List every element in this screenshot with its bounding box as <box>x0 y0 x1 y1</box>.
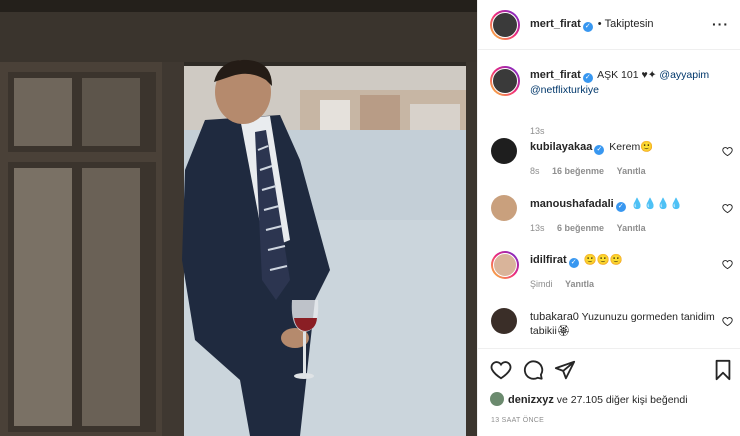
verified-badge-icon: ✓ <box>594 145 605 155</box>
post-time-ago[interactable]: 13 SAAT ÖNCE <box>491 417 544 424</box>
comment-body: 💧💧💧💧 <box>630 198 683 210</box>
caption-body: AŞK 101 ♥✦ <box>597 69 657 81</box>
heart-icon[interactable] <box>490 359 512 381</box>
post-photo[interactable] <box>0 0 477 436</box>
verified-badge-icon: ✓ <box>582 73 593 83</box>
caption-username[interactable]: mert_firat <box>530 69 581 81</box>
liker-avatar[interactable] <box>490 392 504 406</box>
heart-icon[interactable] <box>722 259 733 270</box>
post-header: mert_firat ✓ • Takiptesin ··· <box>478 0 740 50</box>
share-icon[interactable] <box>554 359 576 381</box>
header-user-line: mert_firat ✓ • Takiptesin <box>530 18 654 32</box>
mention-link[interactable]: @netflixturkiye <box>530 84 599 96</box>
comment-time[interactable]: 8s <box>530 166 540 176</box>
comment-time[interactable]: Şimdi <box>530 279 553 289</box>
comment-text: kubilayakaa ✓ Kerem🙂 <box>530 140 715 155</box>
verified-badge-icon: ✓ <box>582 22 593 32</box>
action-bar <box>478 348 740 388</box>
more-dots-icon[interactable]: ··· <box>712 16 729 32</box>
likes-summary: denizxyz ve 27.105 diğer kişi beğendi <box>490 392 688 406</box>
commenter-avatar[interactable] <box>491 138 517 164</box>
comment-meta: 13s 6 beğenme Yanıtla <box>530 223 656 233</box>
reply-button[interactable]: Yanıtla <box>617 166 646 176</box>
separator-dot: • <box>597 18 602 30</box>
reply-button[interactable]: Yanıtla <box>565 279 594 289</box>
owner-avatar[interactable] <box>490 10 520 40</box>
caption-time[interactable]: 13s <box>530 126 545 136</box>
comment-likes[interactable]: 16 beğenme <box>552 166 604 176</box>
commenter-avatar[interactable] <box>491 251 519 279</box>
commenter-avatar[interactable] <box>491 195 517 221</box>
comment-time[interactable]: 13s <box>530 223 545 233</box>
comment-body: Kerem🙂 <box>609 141 654 153</box>
commenter-avatar[interactable] <box>491 308 517 334</box>
heart-icon[interactable] <box>722 316 733 327</box>
comment-icon[interactable] <box>522 359 544 381</box>
comment-body: 🙂🙂🙂 <box>583 254 623 266</box>
commenter-username[interactable]: idilfirat <box>530 254 567 266</box>
caption-text: mert_firat ✓ AŞK 101 ♥✦ @ayyapim @netflix… <box>530 68 715 97</box>
post-side-panel: mert_firat ✓ • Takiptesin ··· mert_firat ✓ A… <box>477 0 740 436</box>
comment-text: manoushafadali ✓ 💧💧💧💧 <box>530 197 715 212</box>
comment-likes[interactable]: 6 beğenme <box>557 223 604 233</box>
bookmark-icon[interactable] <box>712 359 734 381</box>
comment-meta: Şimdi Yanıtla <box>530 279 604 289</box>
caption-meta: 13s <box>530 126 555 136</box>
verified-badge-icon: ✓ <box>568 258 579 268</box>
likes-count-text[interactable]: ve 27.105 diğer kişi beğendi <box>557 394 688 406</box>
comment-text: tubakara0 Yuzunuzu gormeden tanidim tabi… <box>530 310 715 338</box>
commenter-username[interactable]: tubakara0 <box>530 311 579 323</box>
comment-meta: 8s 16 beğenme Yanıtla <box>530 166 656 176</box>
verified-badge-icon: ✓ <box>615 202 626 212</box>
liker-username[interactable]: denizxyz <box>508 394 554 406</box>
comments-list: mert_firat ✓ AŞK 101 ♥✦ @ayyapim @netflix… <box>478 50 740 348</box>
post-photo-illustration <box>0 0 477 436</box>
heart-icon[interactable] <box>722 146 733 157</box>
commenter-username[interactable]: manoushafadali <box>530 198 614 210</box>
commenter-username[interactable]: kubilayakaa <box>530 141 592 153</box>
owner-username[interactable]: mert_firat <box>530 18 581 30</box>
reply-button[interactable]: Yanıtla <box>617 223 646 233</box>
caption-avatar[interactable] <box>490 66 520 96</box>
comment-text: idilfirat ✓ 🙂🙂🙂 <box>530 253 715 268</box>
follow-status[interactable]: Takiptesin <box>605 18 654 30</box>
heart-icon[interactable] <box>722 203 733 214</box>
mention-link[interactable]: @ayyapim <box>659 69 709 81</box>
